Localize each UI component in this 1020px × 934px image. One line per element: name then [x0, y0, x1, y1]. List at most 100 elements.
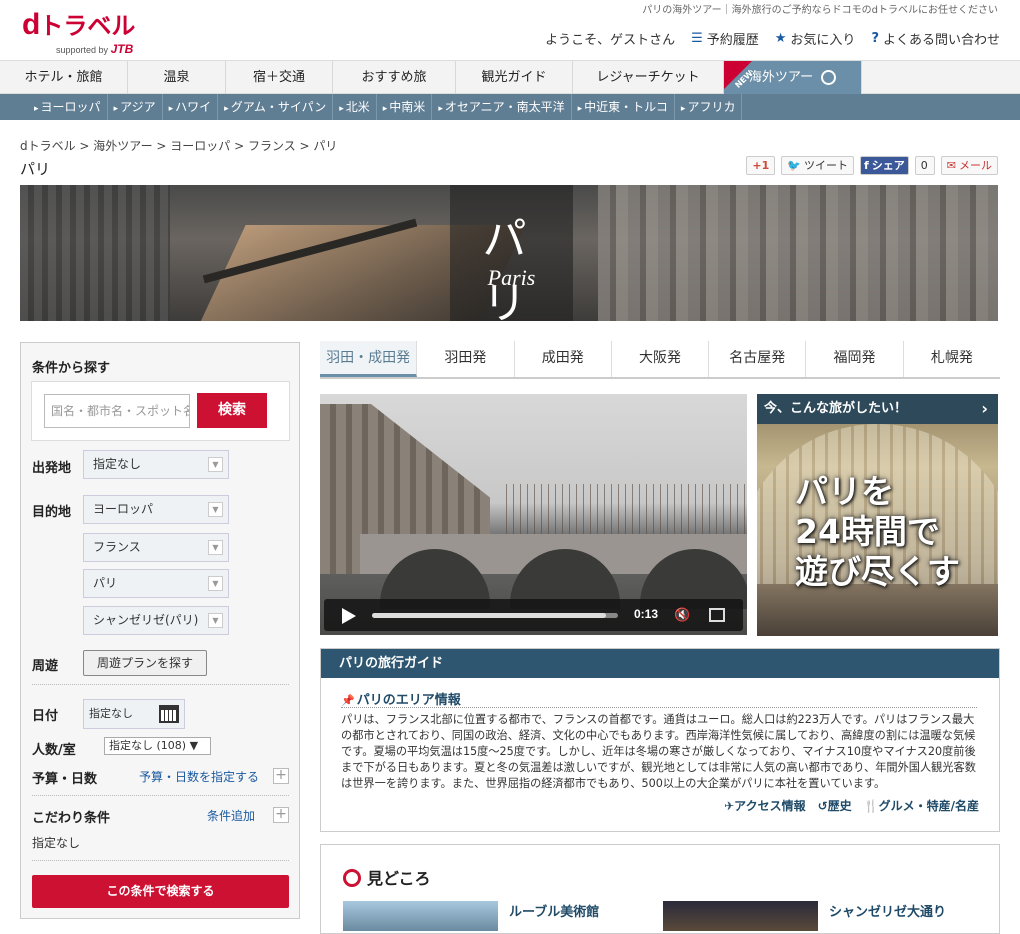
- tab-haneda[interactable]: 羽田発: [417, 341, 515, 377]
- nav-hotel-transport[interactable]: 宿＋交通: [226, 61, 333, 94]
- budget-label: 予算・日数: [32, 772, 98, 787]
- region-europe[interactable]: ヨーロッパ: [28, 94, 108, 120]
- louvre-thumbnail[interactable]: [343, 901, 498, 931]
- divider: [32, 684, 289, 685]
- divider: [32, 860, 289, 861]
- spot-champs-elysees-link[interactable]: シャンゼリゼ大通り: [829, 901, 946, 920]
- destination-label: 目的地: [32, 505, 72, 520]
- fork-knife-icon: 🍴: [863, 799, 879, 813]
- destination-city-value: パリ: [93, 576, 118, 590]
- highlights-title-text: 見どころ: [367, 869, 431, 888]
- share-count: 0: [914, 156, 935, 175]
- nav-recommended[interactable]: おすすめ旅: [333, 61, 456, 94]
- hero-buildings-left: [20, 185, 170, 321]
- reservation-history-link[interactable]: ☰ 予約履歴: [691, 29, 759, 48]
- champs-elysees-thumbnail[interactable]: [663, 901, 818, 931]
- people-select[interactable]: 指定なし (108) ▼: [104, 737, 211, 755]
- nav-hotel[interactable]: ホテル・旅館: [0, 61, 128, 94]
- destination-country-value: フランス: [93, 540, 141, 554]
- chevron-down-icon: ▼: [208, 457, 223, 472]
- breadcrumb[interactable]: dトラベル > 海外ツアー > ヨーロッパ > フランス > パリ: [20, 137, 337, 154]
- chevron-down-icon: ▼: [208, 576, 223, 591]
- header-links: ようこそ、ゲストさん ☰ 予約履歴 ★ お気に入り ? よくある問い合わせ: [545, 29, 1000, 48]
- mute-icon[interactable]: 🔇: [674, 608, 690, 623]
- plus-icon[interactable]: +: [273, 768, 289, 784]
- favorites-link[interactable]: ★ お気に入り: [775, 29, 856, 48]
- region-latin-america[interactable]: 中南米: [377, 94, 433, 120]
- destination-city-select[interactable]: パリ ▼: [83, 569, 229, 598]
- gplus-button[interactable]: +1: [746, 156, 776, 175]
- supported-by-text: supported by: [56, 45, 109, 55]
- hero-title-en: Paris: [487, 265, 536, 290]
- welcome-text: ようこそ、ゲストさん: [545, 33, 676, 48]
- plus-icon[interactable]: +: [273, 807, 289, 823]
- region-middle-east[interactable]: 中近東・トルコ: [572, 94, 675, 120]
- page-title: パリ: [20, 160, 51, 178]
- hero-banner: パ リ Paris: [20, 185, 998, 321]
- add-condition-link[interactable]: 条件追加: [207, 807, 255, 824]
- tab-sapporo[interactable]: 札幌発: [904, 341, 1000, 377]
- facebook-share-button[interactable]: f シェア: [859, 156, 909, 175]
- video-time: 0:13: [634, 607, 659, 621]
- feature-line-2: 24時間で: [795, 512, 940, 551]
- keyword-input[interactable]: [44, 394, 190, 428]
- star-icon: ★: [774, 31, 787, 46]
- nav-overseas-tour[interactable]: NEW 海外ツアー: [724, 61, 862, 94]
- people-value: 指定なし (108): [109, 739, 187, 752]
- faq-link[interactable]: ? よくある問い合わせ: [871, 29, 1000, 48]
- region-asia[interactable]: アジア: [108, 94, 163, 120]
- feature-text: パリを 24時間で 遊び尽くす: [795, 472, 960, 592]
- site-logo[interactable]: dトラベル supported by JTB: [22, 6, 135, 56]
- departure-select[interactable]: 指定なし ▼: [83, 450, 229, 479]
- access-info-link[interactable]: ✈アクセス情報: [724, 797, 805, 814]
- date-picker[interactable]: 指定なし: [83, 699, 185, 729]
- video-progress-bar[interactable]: [372, 613, 618, 618]
- date-value: 指定なし: [89, 707, 133, 720]
- tweet-button[interactable]: 🐦 ツイート: [781, 156, 854, 175]
- pref-value: 指定なし: [32, 836, 81, 850]
- destination-region-select[interactable]: ヨーロッパ ▼: [83, 495, 229, 524]
- tab-osaka[interactable]: 大阪発: [612, 341, 710, 377]
- feature-banner[interactable]: 今、こんな旅がしたい！ › パリを 24時間で 遊び尽くす: [757, 394, 998, 636]
- destination-country-select[interactable]: フランス ▼: [83, 533, 229, 562]
- gourmet-link[interactable]: 🍴グルメ・特産/名産: [864, 797, 979, 814]
- tweet-label: ツイート: [803, 159, 848, 172]
- tour-label: 周遊: [32, 659, 59, 674]
- nav-leisure[interactable]: レジャーチケット: [573, 61, 724, 94]
- departure-value: 指定なし: [93, 457, 142, 471]
- history-link[interactable]: ↺歴史: [818, 797, 852, 814]
- region-africa[interactable]: アフリカ: [675, 94, 743, 120]
- tab-haneda-narita[interactable]: 羽田・成田発: [320, 341, 418, 377]
- search-sidebar-title: 条件から探す: [32, 361, 111, 376]
- budget-link[interactable]: 予算・日数を指定する: [139, 768, 259, 785]
- keyword-search: 検索: [31, 381, 290, 441]
- tab-nagoya[interactable]: 名古屋発: [709, 341, 807, 377]
- tab-narita[interactable]: 成田発: [515, 341, 612, 377]
- video-progress-fill: [372, 613, 606, 618]
- tab-fukuoka[interactable]: 福岡発: [806, 341, 904, 377]
- destination-area-select[interactable]: シャンゼリゼ(パリ) ▼: [83, 606, 229, 635]
- mail-icon: ✉: [946, 159, 956, 172]
- search-submit-button[interactable]: この条件で検索する: [32, 875, 289, 908]
- fullscreen-icon[interactable]: [709, 608, 725, 622]
- region-hawaii[interactable]: ハワイ: [163, 94, 219, 120]
- divider: [341, 707, 977, 708]
- calendar-icon[interactable]: [159, 705, 179, 723]
- hero-title-ja: パ リ: [482, 214, 541, 321]
- area-info-body: パリは、フランス北部に位置する都市で、フランスの首都です。通貨はユーロ。総人口は…: [341, 713, 976, 790]
- logo-d: d: [22, 8, 40, 41]
- main-nav: ホテル・旅館 温泉 宿＋交通 おすすめ旅 観光ガイド レジャーチケット NEW …: [0, 60, 1020, 94]
- spot-louvre-link[interactable]: ルーブル美術館: [509, 901, 599, 920]
- mail-button[interactable]: ✉ メール: [940, 156, 998, 175]
- region-north-america[interactable]: 北米: [333, 94, 377, 120]
- play-icon[interactable]: [342, 608, 356, 624]
- nav-onsen[interactable]: 温泉: [128, 61, 226, 94]
- region-guam-saipan[interactable]: グアム・サイパン: [218, 94, 334, 120]
- site-header: dトラベル supported by JTB パリの海外ツアー｜海外旅行のご予約…: [0, 0, 1020, 62]
- video-player[interactable]: 0:13 🔇: [320, 394, 747, 635]
- nav-guide[interactable]: 観光ガイド: [456, 61, 573, 94]
- tour-plan-button[interactable]: 周遊プランを探す: [83, 650, 207, 676]
- chevron-down-icon: ▼: [208, 613, 223, 628]
- region-oceania[interactable]: オセアニア・南太平洋: [432, 94, 572, 120]
- keyword-search-button[interactable]: 検索: [197, 393, 267, 428]
